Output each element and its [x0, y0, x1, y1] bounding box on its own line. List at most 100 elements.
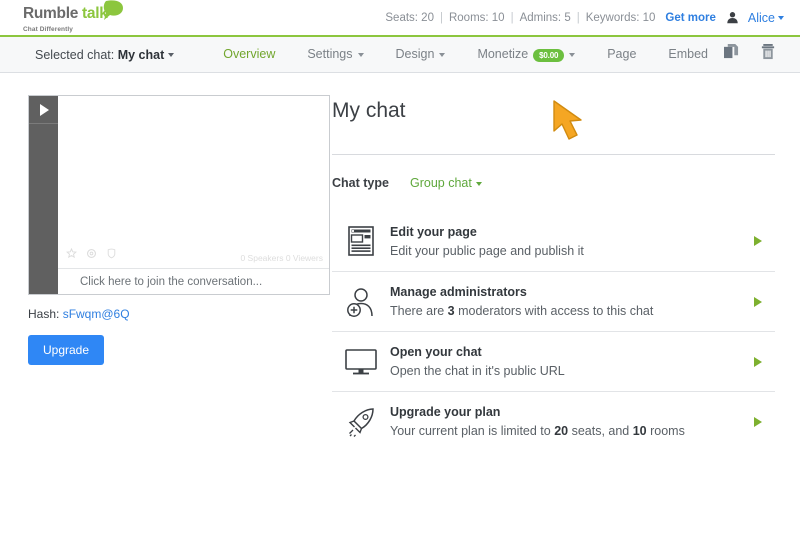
list-item-title: Open your chat	[390, 345, 741, 359]
stat-separator: |	[577, 12, 580, 24]
account-name: Alice	[748, 11, 775, 25]
overview-action-list: Edit your page Edit your public page and…	[332, 211, 775, 451]
rocket-icon	[332, 406, 390, 438]
list-item-open-your-chat[interactable]: Open your chat Open the chat in it's pub…	[332, 331, 775, 391]
chevron-down-icon	[476, 182, 482, 186]
stat-admins: Admins: 5	[520, 12, 571, 24]
upgrade-button[interactable]: Upgrade	[28, 335, 104, 365]
list-item-manage-administrators[interactable]: Manage administrators There are 3 modera…	[332, 271, 775, 331]
chat-preview-widget[interactable]: 0 Speakers 0 Viewers Click here to join …	[28, 95, 330, 295]
desc-bold2: 10	[633, 424, 647, 438]
desc-post2: rooms	[647, 424, 685, 438]
chat-preview-sidebar	[29, 96, 58, 294]
pin-icon[interactable]	[66, 246, 77, 264]
stat-rooms: Rooms: 10	[449, 12, 505, 24]
stat-keywords: Keywords: 10	[586, 12, 656, 24]
overview-panel: My chat Chat type Group chat	[330, 95, 800, 451]
logo-word-rumble: Rumble	[23, 6, 78, 22]
chevron-right-icon[interactable]	[741, 236, 775, 246]
header-account-bar: Seats: 20 | Rooms: 10 | Admins: 5 | Keyw…	[385, 11, 784, 25]
monitor-icon	[332, 347, 390, 377]
chevron-right-icon[interactable]	[741, 297, 775, 307]
chat-type-dropdown[interactable]: Group chat	[410, 176, 482, 190]
play-icon	[40, 104, 49, 116]
monetize-balance-badge: $0.00	[533, 49, 564, 62]
desc-pre: Edit your public page and publish it	[390, 244, 584, 258]
tab-embed-label: Embed	[668, 47, 708, 61]
chevron-right-icon[interactable]	[741, 417, 775, 427]
chat-preview-counts: 0 Speakers 0 Viewers	[240, 253, 323, 263]
chat-preview-play-button[interactable]	[29, 96, 58, 124]
list-item-desc: Edit your public page and publish it	[390, 244, 741, 258]
list-item-text: Manage administrators There are 3 modera…	[390, 285, 741, 318]
chat-preview-toolbar	[66, 246, 117, 264]
speech-bubble-icon	[102, 0, 124, 25]
tab-overview[interactable]: Overview	[207, 47, 291, 61]
chat-hash: Hash: sFwqm@6Q	[28, 307, 330, 321]
chevron-down-icon	[569, 53, 575, 57]
rumbletalk-logo[interactable]: Rumble talk Chat Differently	[23, 1, 124, 34]
list-item-text: Upgrade your plan Your current plan is l…	[390, 405, 741, 438]
shield-icon[interactable]	[106, 246, 117, 264]
desc-pre: Open the chat in it's public URL	[390, 364, 565, 378]
chevron-down-icon	[358, 53, 364, 57]
chat-preview-body: 0 Speakers 0 Viewers Click here to join …	[58, 96, 329, 294]
chevron-down-icon	[439, 53, 445, 57]
account-menu[interactable]: Alice	[748, 11, 784, 25]
trash-icon[interactable]	[761, 44, 775, 65]
copy-icon[interactable]	[724, 44, 739, 65]
nav-tabs: Overview Settings Design Monetize $0.00 P…	[207, 47, 724, 61]
user-avatar-icon[interactable]	[726, 11, 739, 24]
tab-page[interactable]: Page	[591, 47, 652, 61]
page-layout-icon	[332, 225, 390, 257]
chat-hash-value[interactable]: sFwqm@6Q	[63, 307, 130, 321]
stat-separator: |	[440, 12, 443, 24]
chevron-right-icon[interactable]	[741, 357, 775, 367]
selected-chat-prefix: Selected chat:	[35, 48, 118, 62]
stat-separator: |	[511, 12, 514, 24]
desc-post: seats, and	[568, 424, 633, 438]
page-content: 0 Speakers 0 Viewers Click here to join …	[0, 73, 800, 451]
chat-hash-label: Hash:	[28, 307, 63, 321]
chat-type-value: Group chat	[410, 176, 472, 190]
tab-monetize-label: Monetize	[477, 47, 528, 61]
chat-preview-column: 0 Speakers 0 Viewers Click here to join …	[0, 95, 330, 451]
list-item-title: Manage administrators	[390, 285, 741, 299]
chevron-down-icon	[778, 16, 784, 20]
chat-preview-sidebar-body	[29, 124, 58, 294]
gear-icon[interactable]	[86, 246, 97, 264]
desc-bold: 3	[448, 304, 455, 318]
list-item-upgrade-your-plan[interactable]: Upgrade your plan Your current plan is l…	[332, 391, 775, 451]
desc-pre: Your current plan is limited to	[390, 424, 554, 438]
list-item-desc: There are 3 moderators with access to th…	[390, 304, 741, 318]
list-item-text: Edit your page Edit your public page and…	[390, 225, 741, 258]
page-title: My chat	[332, 99, 775, 123]
tab-settings-label: Settings	[307, 47, 352, 61]
list-item-desc: Open the chat in it's public URL	[390, 364, 741, 378]
tab-monetize[interactable]: Monetize $0.00	[461, 47, 591, 61]
tab-embed[interactable]: Embed	[652, 47, 724, 61]
list-item-edit-your-page[interactable]: Edit your page Edit your public page and…	[332, 211, 775, 271]
list-item-title: Edit your page	[390, 225, 741, 239]
desc-post: moderators with access to this chat	[455, 304, 654, 318]
navbar-actions	[724, 44, 775, 65]
app-header: Rumble talk Chat Differently Seats: 20 |…	[0, 0, 800, 37]
tab-overview-label: Overview	[223, 47, 275, 61]
desc-bold: 20	[554, 424, 568, 438]
tab-design[interactable]: Design	[380, 47, 462, 61]
tab-page-label: Page	[607, 47, 636, 61]
chat-type-label: Chat type	[332, 176, 410, 190]
add-user-icon	[332, 286, 390, 318]
title-divider	[332, 154, 775, 155]
selected-chat-dropdown[interactable]: Selected chat: My chat	[35, 48, 174, 62]
tab-design-label: Design	[396, 47, 435, 61]
chat-type-row: Chat type Group chat	[332, 176, 775, 190]
stat-seats: Seats: 20	[385, 12, 434, 24]
selected-chat-name: My chat	[118, 48, 165, 62]
get-more-link[interactable]: Get more	[665, 12, 716, 24]
desc-pre: There are	[390, 304, 448, 318]
tab-settings[interactable]: Settings	[291, 47, 379, 61]
list-item-desc: Your current plan is limited to 20 seats…	[390, 424, 741, 438]
list-item-title: Upgrade your plan	[390, 405, 741, 419]
chat-preview-join-prompt[interactable]: Click here to join the conversation...	[58, 268, 329, 294]
